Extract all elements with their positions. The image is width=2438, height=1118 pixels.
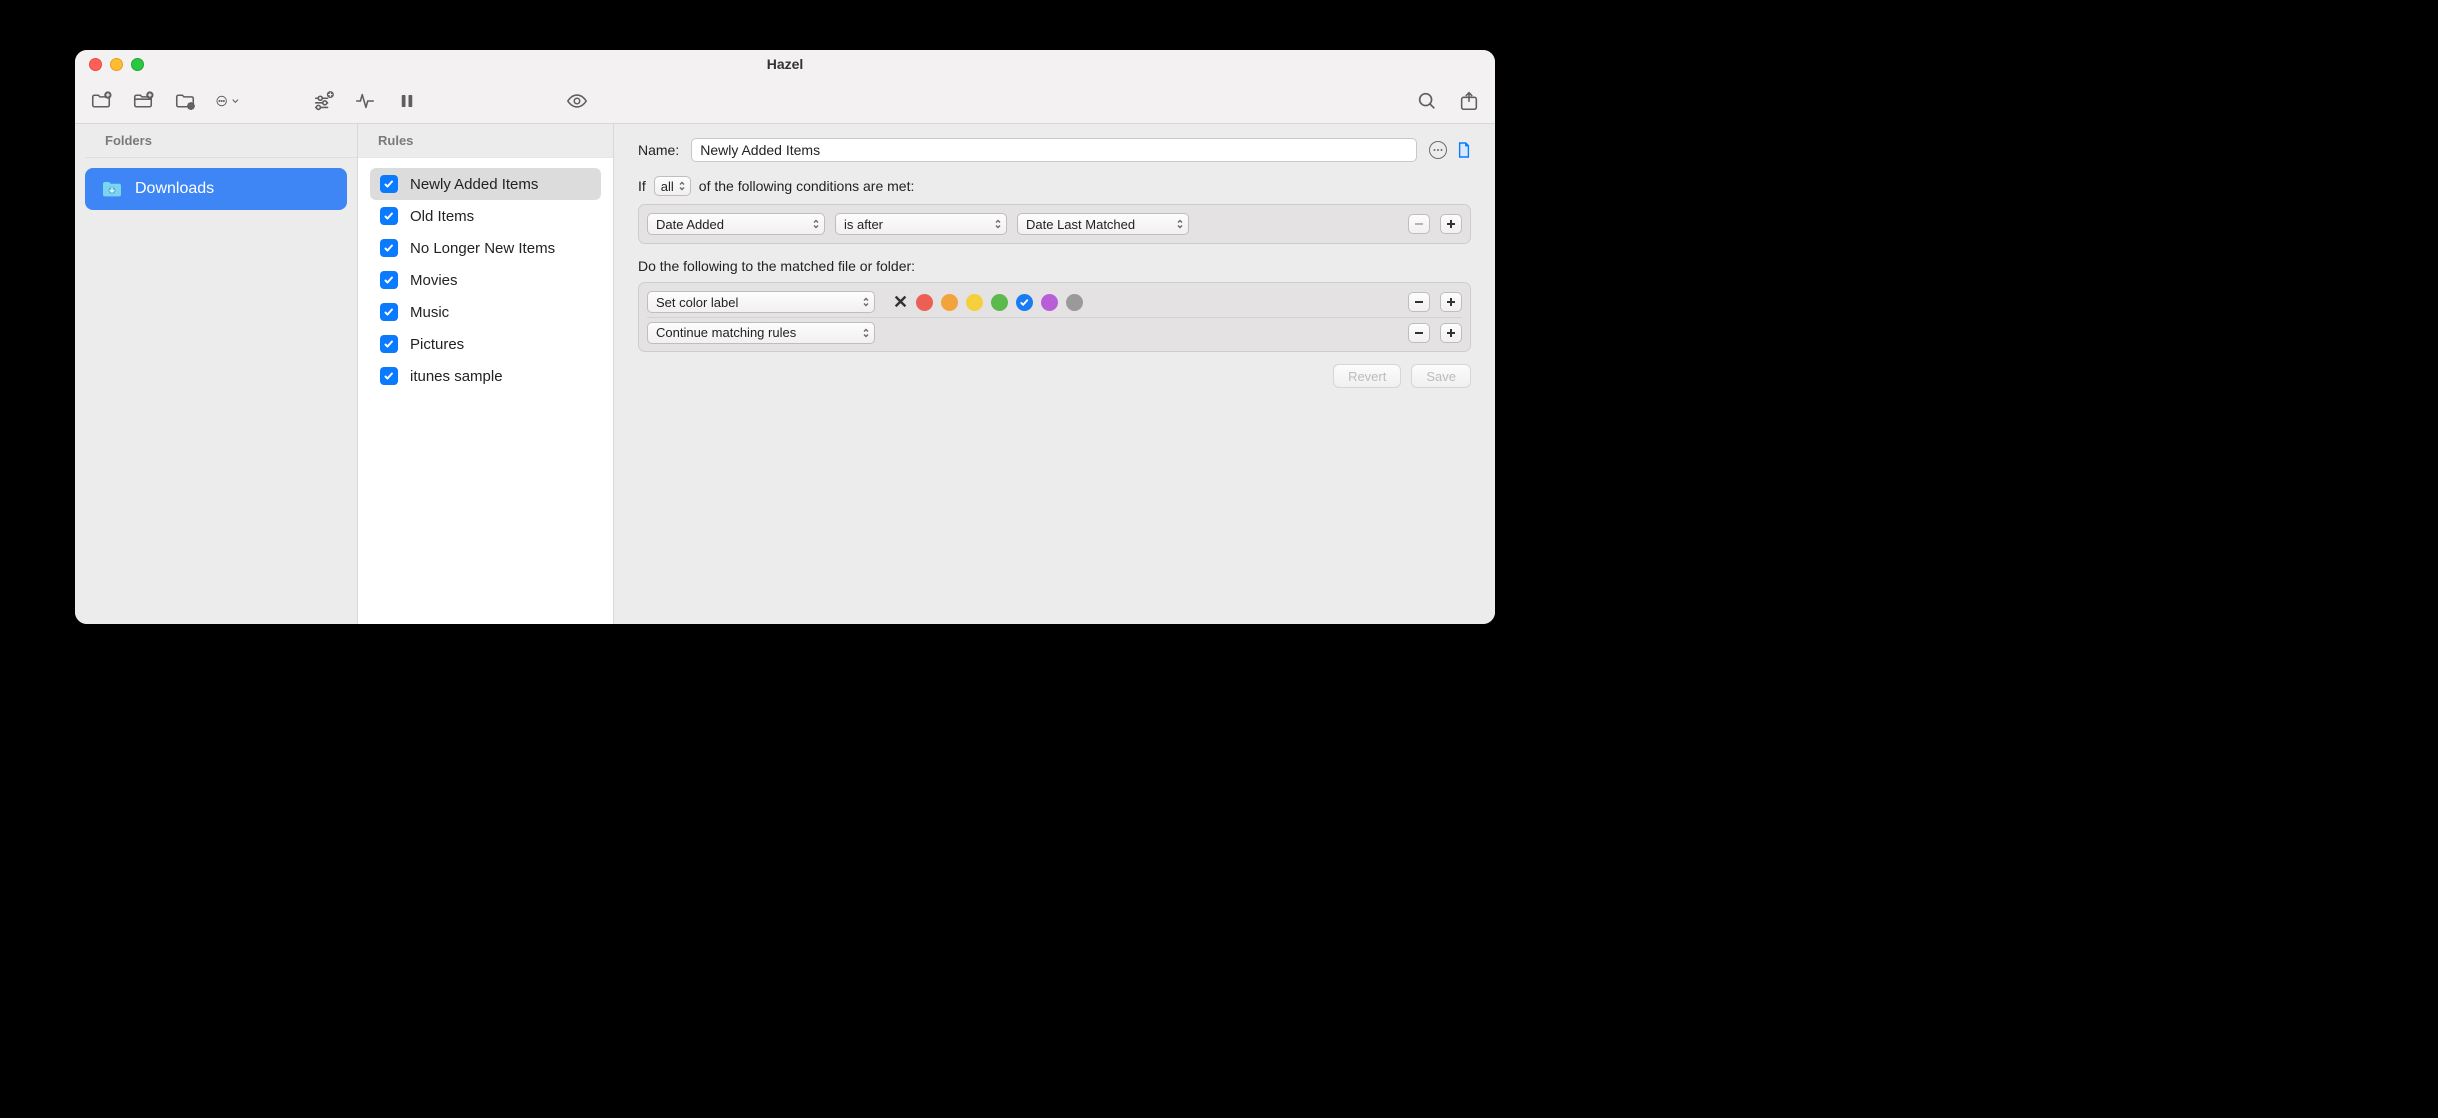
close-window-button[interactable]	[89, 58, 102, 71]
rules-header: Rules	[358, 124, 613, 158]
condition-attribute-select[interactable]: Date Added	[647, 213, 825, 235]
color-label-picker: ✕	[893, 292, 1083, 313]
add-action-button[interactable]	[1440, 323, 1462, 343]
add-folder-icon[interactable]	[89, 89, 113, 113]
zoom-window-button[interactable]	[131, 58, 144, 71]
rule-label: Newly Added Items	[410, 176, 538, 193]
activity-icon[interactable]	[353, 89, 377, 113]
add-condition-button[interactable]	[1440, 214, 1462, 234]
toolbar	[75, 78, 1495, 124]
color-gray[interactable]	[1066, 294, 1083, 311]
actions-header: Do the following to the matched file or …	[638, 258, 1471, 274]
rule-item[interactable]: Newly Added Items	[370, 168, 601, 200]
color-green[interactable]	[991, 294, 1008, 311]
rules-column: Rules Newly Added Items Old Items No Longe…	[358, 124, 614, 624]
rule-checkbox[interactable]	[380, 303, 398, 321]
if-suffix: of the following conditions are met:	[699, 178, 915, 194]
add-rule-folder-icon[interactable]	[131, 89, 155, 113]
color-red[interactable]	[916, 294, 933, 311]
app-window: Hazel	[75, 50, 1495, 624]
conditions-header: If all of the following conditions are m…	[638, 176, 1471, 196]
window-controls	[89, 58, 144, 71]
color-purple[interactable]	[1041, 294, 1058, 311]
name-label: Name:	[638, 142, 679, 158]
rule-checkbox[interactable]	[380, 239, 398, 257]
preview-icon[interactable]	[565, 89, 589, 113]
check-icon	[1019, 297, 1030, 308]
rule-checkbox[interactable]	[380, 271, 398, 289]
remove-condition-button[interactable]	[1408, 214, 1430, 234]
rule-label: Old Items	[410, 208, 474, 225]
share-icon[interactable]	[1457, 89, 1481, 113]
rule-label: Pictures	[410, 336, 464, 353]
action-type-select[interactable]: Set color label	[647, 291, 875, 313]
folder-settings-icon[interactable]	[173, 89, 197, 113]
rule-item[interactable]: itunes sample	[370, 360, 601, 392]
folder-icon	[101, 180, 123, 198]
revert-button[interactable]: Revert	[1333, 364, 1401, 388]
main-content: Folders Downloads Rules Newly Added Item…	[75, 124, 1495, 624]
more-actions-icon[interactable]	[215, 89, 239, 113]
action-row-color: Set color label ✕	[647, 287, 1462, 317]
rule-label: No Longer New Items	[410, 240, 555, 257]
rule-label: itunes sample	[410, 368, 503, 385]
remove-action-button[interactable]	[1408, 323, 1430, 343]
window-title: Hazel	[75, 56, 1495, 72]
minimize-window-button[interactable]	[110, 58, 123, 71]
rule-checkbox[interactable]	[380, 367, 398, 385]
save-button[interactable]: Save	[1411, 364, 1471, 388]
action-type-select[interactable]: Continue matching rules	[647, 322, 875, 344]
rule-checkbox[interactable]	[380, 175, 398, 193]
rule-name-input[interactable]	[691, 138, 1417, 162]
chevron-updown-icon	[862, 296, 870, 308]
chevron-updown-icon	[1176, 218, 1184, 230]
condition-row: Date Added is after Date Last Matched	[647, 211, 1462, 237]
conditions-box: Date Added is after Date Last Matched	[638, 204, 1471, 244]
rule-item[interactable]: No Longer New Items	[370, 232, 601, 264]
rule-item[interactable]: Pictures	[370, 328, 601, 360]
folder-item-downloads[interactable]: Downloads	[85, 168, 347, 210]
name-row: Name:	[638, 138, 1471, 162]
chevron-updown-icon	[862, 327, 870, 339]
add-rule-icon[interactable]	[311, 89, 335, 113]
color-orange[interactable]	[941, 294, 958, 311]
add-action-button[interactable]	[1440, 292, 1462, 312]
rule-document-icon[interactable]	[1457, 141, 1471, 159]
rule-notes-icon[interactable]	[1429, 141, 1447, 159]
color-blue[interactable]	[1016, 294, 1033, 311]
rule-list: Newly Added Items Old Items No Longer New …	[358, 158, 613, 402]
folder-list: Downloads	[75, 158, 357, 220]
pause-icon[interactable]	[395, 89, 419, 113]
conditions-scope-select[interactable]: all	[654, 176, 691, 196]
rule-checkbox[interactable]	[380, 207, 398, 225]
rule-item[interactable]: Music	[370, 296, 601, 328]
footer-buttons: Revert Save	[638, 364, 1471, 388]
action-row-continue: Continue matching rules	[647, 317, 1462, 347]
chevron-updown-icon	[994, 218, 1002, 230]
rule-label: Music	[410, 304, 449, 321]
remove-action-button[interactable]	[1408, 292, 1430, 312]
rule-checkbox[interactable]	[380, 335, 398, 353]
detail-column: Name: If all of the following con	[614, 124, 1495, 624]
folders-column: Folders Downloads	[75, 124, 358, 624]
chevron-updown-icon	[812, 218, 820, 230]
rule-item[interactable]: Old Items	[370, 200, 601, 232]
rule-item[interactable]: Movies	[370, 264, 601, 296]
color-none-icon[interactable]: ✕	[893, 292, 908, 313]
actions-box: Set color label ✕	[638, 282, 1471, 352]
color-yellow[interactable]	[966, 294, 983, 311]
folders-header: Folders	[85, 124, 357, 158]
condition-operator-select[interactable]: is after	[835, 213, 1007, 235]
condition-value-select[interactable]: Date Last Matched	[1017, 213, 1189, 235]
rule-label: Movies	[410, 272, 458, 289]
chevron-updown-icon	[678, 180, 686, 192]
search-icon[interactable]	[1415, 89, 1439, 113]
folder-label: Downloads	[135, 180, 214, 198]
titlebar: Hazel	[75, 50, 1495, 78]
if-prefix: If	[638, 178, 646, 194]
